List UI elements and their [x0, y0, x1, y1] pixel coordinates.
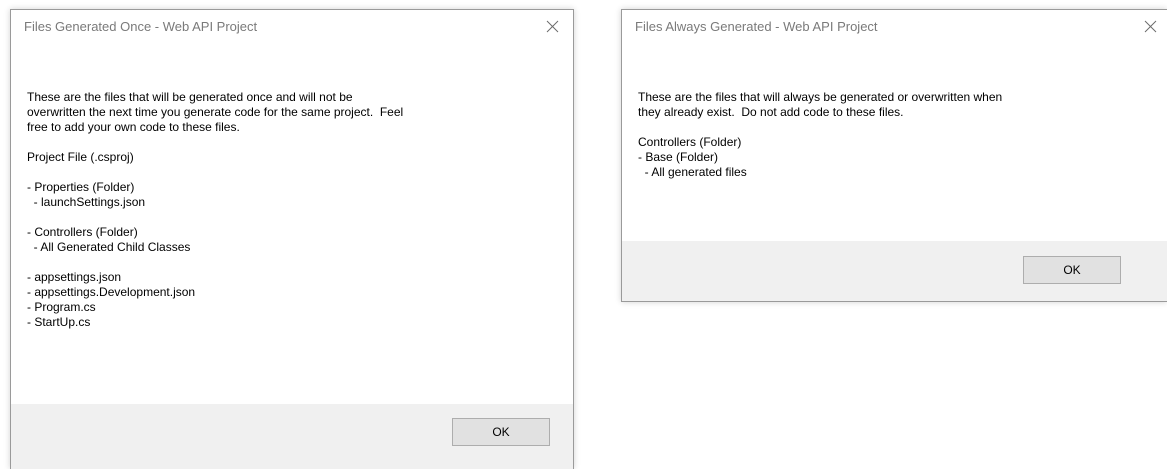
close-button[interactable] — [537, 14, 567, 38]
ok-button[interactable]: OK — [452, 418, 550, 446]
files-generated-once-dialog: Files Generated Once - Web API Project T… — [10, 9, 574, 469]
dialog-footer: OK — [622, 241, 1167, 301]
dialog-title: Files Always Generated - Web API Project — [635, 19, 878, 34]
close-button[interactable] — [1135, 14, 1165, 38]
dialog-footer: OK — [11, 404, 573, 469]
close-icon — [1144, 20, 1156, 32]
dialog-title: Files Generated Once - Web API Project — [24, 19, 258, 34]
title-bar: Files Always Generated - Web API Project — [622, 10, 1167, 41]
ok-button[interactable]: OK — [1023, 256, 1121, 284]
title-bar: Files Generated Once - Web API Project — [11, 10, 573, 41]
files-always-generated-dialog: Files Always Generated - Web API Project… — [621, 9, 1167, 302]
dialog-message: These are the files that will be generat… — [27, 90, 404, 329]
dialog-message: These are the files that will always be … — [638, 90, 1003, 179]
close-icon — [546, 20, 558, 32]
